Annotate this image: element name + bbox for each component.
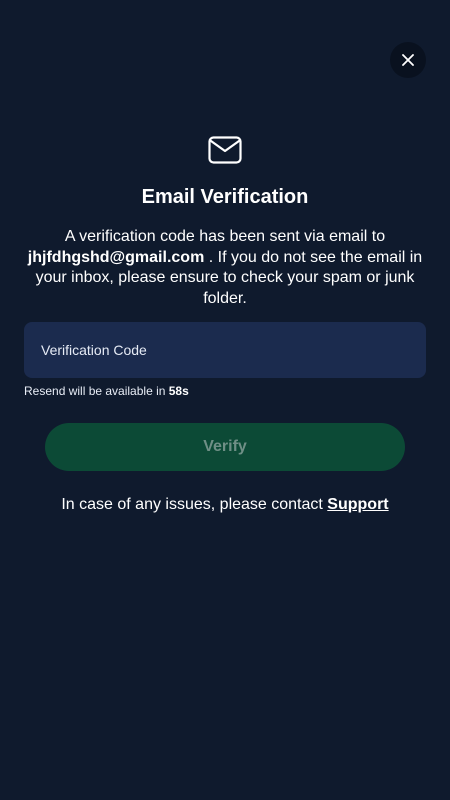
resend-timer: Resend will be available in 58s (24, 384, 189, 398)
verify-button[interactable]: Verify (45, 423, 405, 471)
close-icon (402, 54, 414, 66)
mail-icon (208, 136, 242, 164)
verification-message: A verification code has been sent via em… (24, 227, 426, 309)
message-before: A verification code has been sent via em… (64, 228, 386, 245)
verification-code-input[interactable] (24, 322, 426, 378)
email-address: jhjfdhgshd@gmail.com (27, 248, 205, 266)
resend-label: Resend will be available in (24, 384, 169, 398)
dialog-title: Email Verification (141, 186, 309, 208)
close-button[interactable] (390, 42, 426, 78)
support-contact: In case of any issues, please contact Su… (0, 496, 450, 514)
contact-text: In case of any issues, please contact (61, 496, 328, 513)
resend-countdown: 58s (168, 384, 189, 398)
support-link[interactable]: Support (327, 496, 388, 513)
email-verification-modal: Email Verification A verification code h… (0, 0, 450, 800)
